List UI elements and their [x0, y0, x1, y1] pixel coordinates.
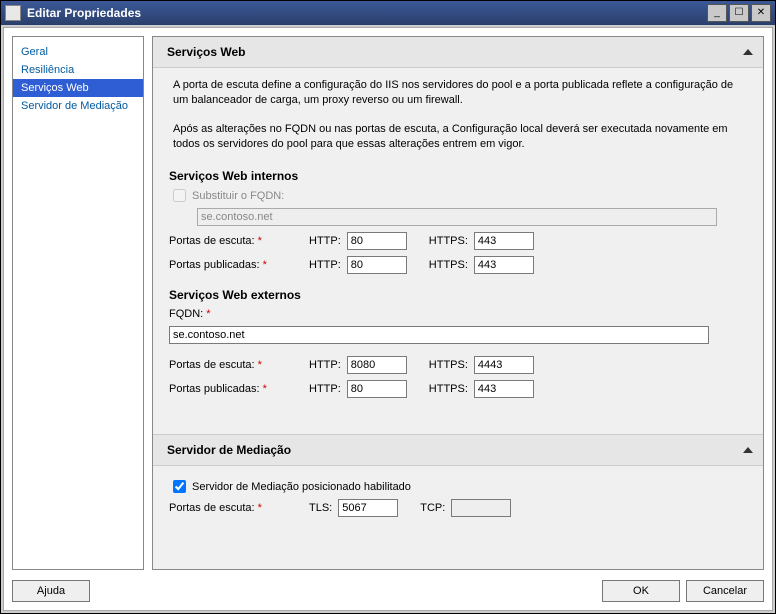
- external-published-label: Portas publicadas: *: [169, 383, 299, 395]
- chevron-up-icon-2: [743, 447, 753, 453]
- section-header-mediation[interactable]: Servidor de Mediação: [153, 435, 763, 466]
- main-panel: Serviços Web A porta de escuta define a …: [152, 36, 764, 570]
- nav-sidebar: Geral Resiliência Serviços Web Servidor …: [12, 36, 144, 570]
- internal-pub-http-input[interactable]: [347, 256, 407, 274]
- section-title-mediation: Servidor de Mediação: [161, 443, 743, 457]
- external-fqdn-label-row: FQDN: *: [169, 308, 747, 320]
- app-icon: [5, 5, 21, 21]
- internal-pub-https-input[interactable]: [474, 256, 534, 274]
- section-header-web[interactable]: Serviços Web: [153, 37, 763, 68]
- web-desc-1: A porta de escuta define a configuração …: [169, 68, 747, 112]
- http-label-3: HTTP:: [309, 359, 341, 371]
- https-label-4: HTTPS:: [429, 383, 468, 395]
- external-listen-label: Portas de escuta: *: [169, 359, 299, 371]
- internal-listen-row: Portas de escuta: * HTTP: HTTPS:: [169, 232, 747, 250]
- mediation-tls-input[interactable]: [338, 499, 398, 517]
- internal-listen-label: Portas de escuta: *: [169, 235, 299, 247]
- ok-button[interactable]: OK: [602, 580, 680, 602]
- web-desc-2: Após as alterações no FQDN ou nas portas…: [169, 112, 747, 156]
- http-label-2: HTTP:: [309, 259, 341, 271]
- titlebar: Editar Propriedades _ ☐ ✕: [1, 1, 775, 25]
- nav-item-servidor-mediacao[interactable]: Servidor de Mediação: [13, 97, 143, 115]
- external-fqdn-input[interactable]: [169, 326, 709, 344]
- tcp-label: TCP:: [420, 502, 445, 514]
- internal-published-row: Portas publicadas: * HTTP: HTTPS:: [169, 256, 747, 274]
- client-area: Geral Resiliência Serviços Web Servidor …: [3, 27, 773, 611]
- close-button[interactable]: ✕: [751, 4, 771, 22]
- override-fqdn-row: Substituir o FQDN:: [173, 189, 747, 202]
- mediation-tcp-input: [451, 499, 511, 517]
- internal-fqdn-row: [169, 208, 747, 226]
- external-listen-http-input[interactable]: [347, 356, 407, 374]
- mediation-enabled-row: Servidor de Mediação posicionado habilit…: [173, 480, 747, 493]
- external-listen-row: Portas de escuta: * HTTP: HTTPS:: [169, 356, 747, 374]
- https-label-3: HTTPS:: [429, 359, 468, 371]
- cancel-button[interactable]: Cancelar: [686, 580, 764, 602]
- external-pub-https-input[interactable]: [474, 380, 534, 398]
- https-label: HTTPS:: [429, 235, 468, 247]
- window-controls: _ ☐ ✕: [707, 4, 771, 22]
- footer: Ajuda OK Cancelar: [12, 580, 764, 602]
- subhead-external: Serviços Web externos: [169, 288, 747, 302]
- chevron-up-icon: [743, 49, 753, 55]
- internal-published-label: Portas publicadas: *: [169, 259, 299, 271]
- section-body-mediation: Servidor de Mediação posicionado habilit…: [153, 466, 763, 535]
- external-fqdn-label: FQDN: *: [169, 308, 211, 320]
- nav-item-geral[interactable]: Geral: [13, 43, 143, 61]
- mediation-listen-label: Portas de escuta: *: [169, 502, 299, 514]
- override-fqdn-checkbox[interactable]: [173, 189, 186, 202]
- body-area: Geral Resiliência Serviços Web Servidor …: [12, 36, 764, 570]
- window: Editar Propriedades _ ☐ ✕ Geral Resiliên…: [0, 0, 776, 614]
- external-pub-http-input[interactable]: [347, 380, 407, 398]
- external-fqdn-row: [169, 326, 747, 344]
- internal-listen-https-input[interactable]: [474, 232, 534, 250]
- http-label-4: HTTP:: [309, 383, 341, 395]
- tls-label: TLS:: [309, 502, 332, 514]
- window-title: Editar Propriedades: [27, 6, 707, 20]
- external-listen-https-input[interactable]: [474, 356, 534, 374]
- override-fqdn-label: Substituir o FQDN:: [192, 190, 284, 202]
- nav-item-servicos-web[interactable]: Serviços Web: [13, 79, 143, 97]
- maximize-button[interactable]: ☐: [729, 4, 749, 22]
- internal-fqdn-input: [197, 208, 717, 226]
- mediation-enabled-checkbox[interactable]: [173, 480, 186, 493]
- minimize-button[interactable]: _: [707, 4, 727, 22]
- section-title-web: Serviços Web: [161, 45, 743, 59]
- mediation-enabled-label: Servidor de Mediação posicionado habilit…: [192, 481, 411, 493]
- nav-item-resiliencia[interactable]: Resiliência: [13, 61, 143, 79]
- section-body-web: A porta de escuta define a configuração …: [153, 68, 763, 416]
- https-label-2: HTTPS:: [429, 259, 468, 271]
- subhead-internal: Serviços Web internos: [169, 169, 747, 183]
- mediation-listen-row: Portas de escuta: * TLS: TCP:: [169, 499, 747, 517]
- external-published-row: Portas publicadas: * HTTP: HTTPS:: [169, 380, 747, 398]
- http-label: HTTP:: [309, 235, 341, 247]
- help-button[interactable]: Ajuda: [12, 580, 90, 602]
- internal-listen-http-input[interactable]: [347, 232, 407, 250]
